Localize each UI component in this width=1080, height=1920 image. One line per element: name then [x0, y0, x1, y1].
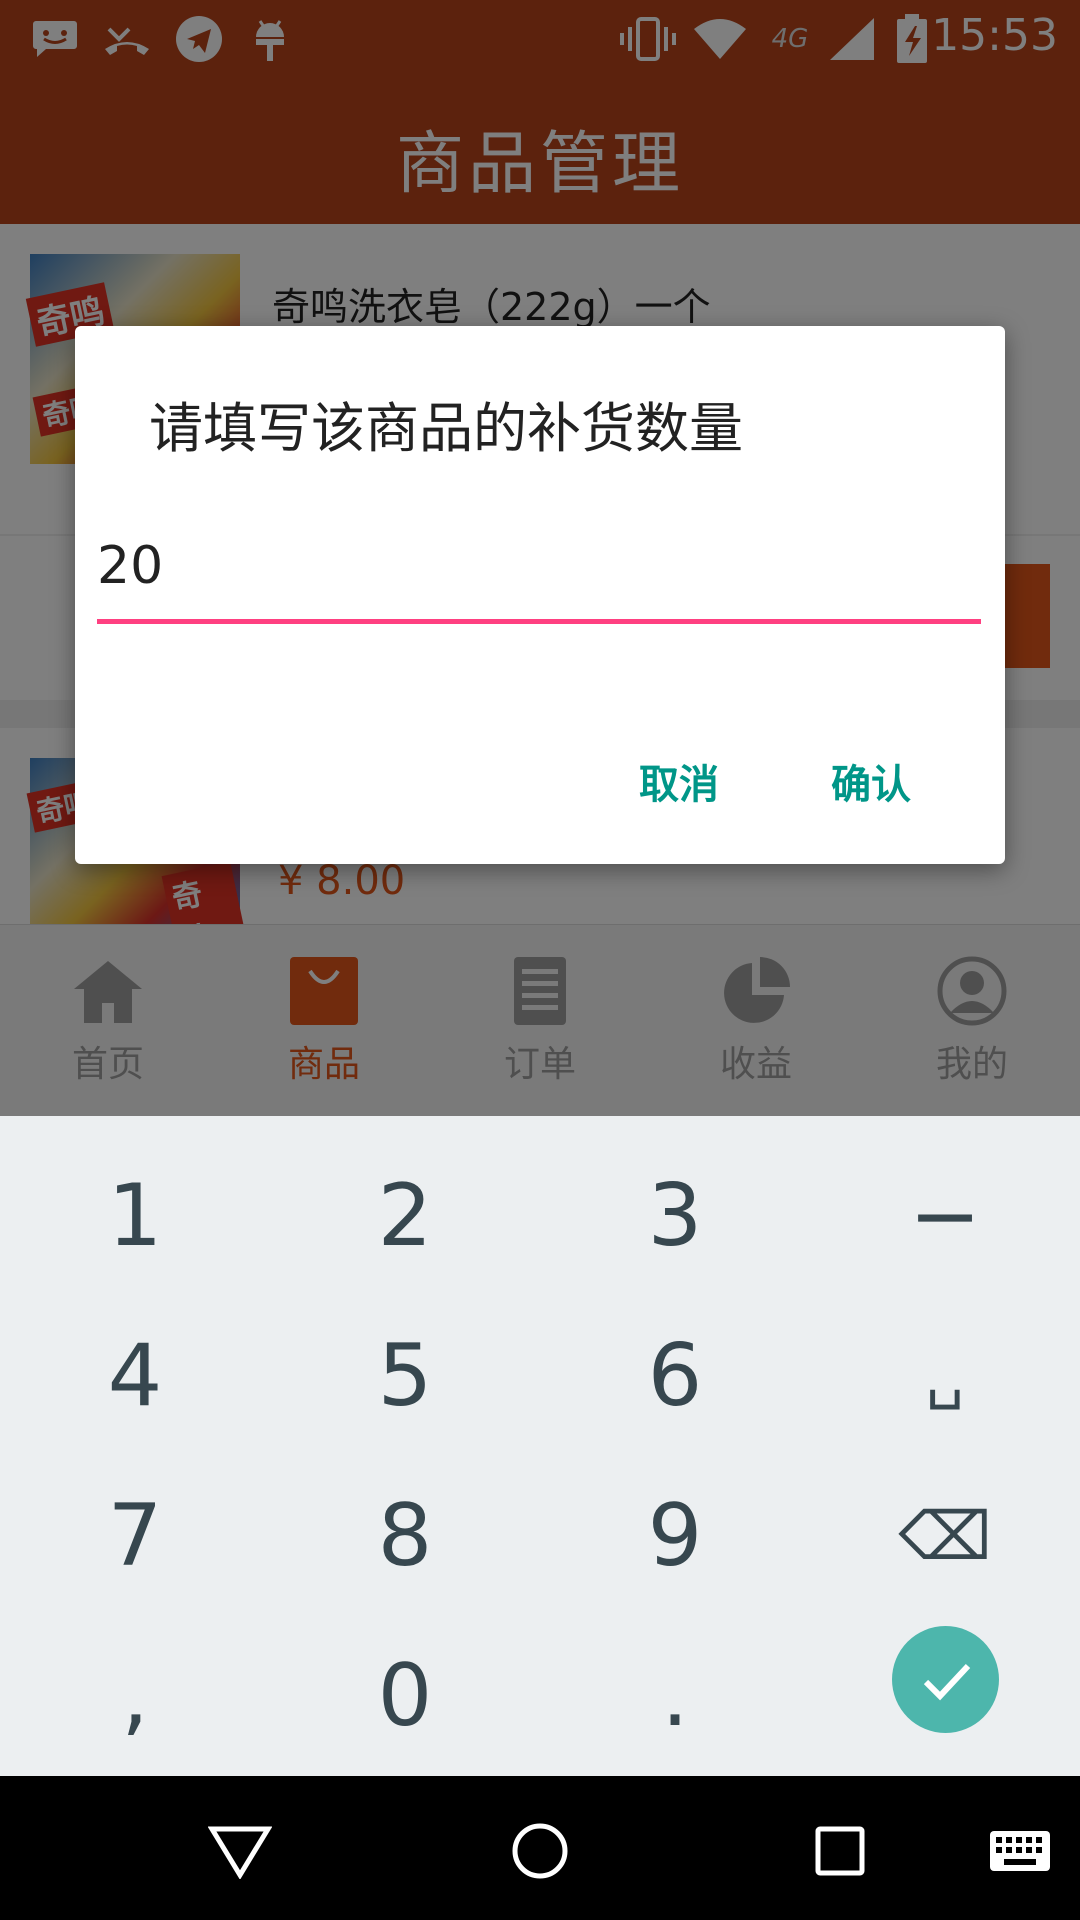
key-6[interactable]: 6: [540, 1296, 810, 1456]
key-3[interactable]: 3: [540, 1136, 810, 1296]
home-button[interactable]: [505, 1816, 575, 1886]
system-nav-bar: [0, 1776, 1080, 1920]
back-button[interactable]: [205, 1816, 275, 1886]
home-circle-icon: [512, 1823, 568, 1879]
recents-icon: [815, 1826, 865, 1876]
key-5[interactable]: 5: [270, 1296, 540, 1456]
key-0[interactable]: 0: [270, 1616, 540, 1776]
restock-dialog: 请填写该商品的补货数量 取消 确认: [75, 326, 1005, 864]
key-backspace[interactable]: ⌫: [810, 1456, 1080, 1616]
recents-button[interactable]: [805, 1816, 875, 1886]
dialog-title: 请填写该商品的补货数量: [149, 397, 743, 460]
confirm-button[interactable]: 确认: [831, 752, 911, 810]
key-minus[interactable]: −: [810, 1136, 1080, 1296]
key-period[interactable]: .: [540, 1616, 810, 1776]
checkmark-icon: [923, 1663, 970, 1700]
key-4[interactable]: 4: [0, 1296, 270, 1456]
keyboard-switch-button[interactable]: [985, 1816, 1055, 1886]
key-space[interactable]: ␣: [810, 1296, 1080, 1456]
keyboard-icon: [990, 1831, 1050, 1871]
key-8[interactable]: 8: [270, 1456, 540, 1616]
key-2[interactable]: 2: [270, 1136, 540, 1296]
key-comma[interactable]: ,: [0, 1616, 270, 1776]
input-underline: [97, 619, 981, 624]
cancel-button[interactable]: 取消: [639, 752, 719, 810]
restock-quantity-input[interactable]: [97, 536, 981, 596]
key-7[interactable]: 7: [0, 1456, 270, 1616]
key-1[interactable]: 1: [0, 1136, 270, 1296]
back-icon: [208, 1826, 272, 1879]
key-done[interactable]: [892, 1626, 999, 1733]
key-9[interactable]: 9: [540, 1456, 810, 1616]
